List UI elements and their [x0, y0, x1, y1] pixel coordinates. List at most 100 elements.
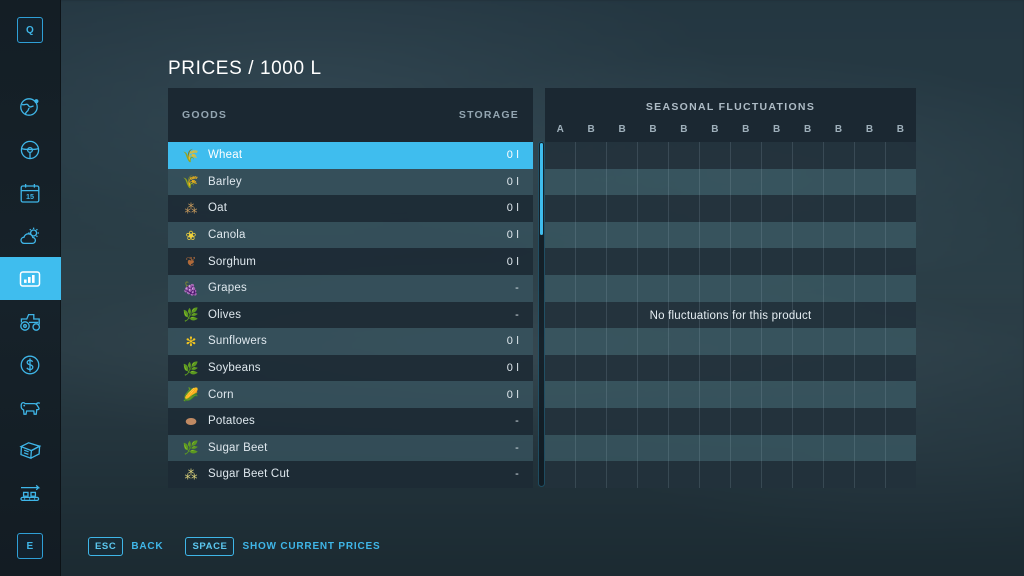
key-q-button[interactable]: Q — [17, 17, 43, 43]
sidebar-item-vehicles[interactable] — [0, 128, 61, 171]
sidebar-item-prices[interactable] — [0, 257, 61, 300]
footer-hint-label: SHOW CURRENT PRICES — [242, 541, 380, 552]
goods-row[interactable]: ✻ Sunflowers0 l — [168, 328, 533, 355]
tractor-icon — [18, 309, 43, 334]
goods-row-storage: 0 l — [507, 176, 519, 188]
goods-row-name: Potatoes — [208, 415, 515, 427]
sidebar-item-animals[interactable] — [0, 386, 61, 429]
chart-row-band — [545, 275, 916, 302]
sidebar-item-calendar[interactable]: 15 — [0, 171, 61, 214]
chart-scrollbar-thumb[interactable] — [540, 143, 543, 235]
goods-row-storage: - — [515, 282, 519, 294]
chart-header: SEASONAL FLUCTUATIONS ABBBBBBBBBBB — [545, 88, 916, 142]
goods-row[interactable]: 🌾 Barley0 l — [168, 169, 533, 196]
goods-row-name: Barley — [208, 176, 507, 188]
canola-icon: ❀ — [182, 226, 200, 244]
chart-row-band — [545, 195, 916, 222]
sidebar-item-weather[interactable] — [0, 214, 61, 257]
contracts-icon — [18, 438, 43, 463]
goods-row-name: Sunflowers — [208, 335, 507, 347]
sidebar-item-map[interactable] — [0, 85, 61, 128]
footer-hint-label: BACK — [131, 541, 163, 552]
chart-row-band — [545, 408, 916, 435]
goods-row-name: Corn — [208, 389, 507, 401]
barley-icon: 🌾 — [182, 173, 200, 191]
goods-row[interactable]: 🌽 Corn0 l — [168, 381, 533, 408]
chart-column-header: B — [576, 124, 607, 135]
chart-row-band — [545, 142, 916, 169]
sidebar-item-production[interactable] — [0, 472, 61, 515]
chart-column-header: B — [761, 124, 792, 135]
key-e-button[interactable]: E — [17, 533, 43, 559]
chart-column-header: B — [792, 124, 823, 135]
footer-hints: ESC BACK SPACESHOW CURRENT PRICES — [88, 537, 402, 556]
goods-row[interactable]: ⁂Sugar Beet Cut- — [168, 461, 533, 488]
goods-row[interactable]: ❀ Canola0 l — [168, 222, 533, 249]
goods-row[interactable]: ⁂ Oat0 l — [168, 195, 533, 222]
goods-row-name: Sugar Beet Cut — [208, 468, 515, 480]
chart-row-band — [545, 169, 916, 196]
chart-row-band — [545, 355, 916, 382]
goods-row-storage: 0 l — [507, 149, 519, 161]
chart-scrollbar[interactable] — [538, 141, 545, 487]
wheat-icon: 🌾 — [182, 146, 200, 164]
chart-row-band — [545, 381, 916, 408]
goods-row-storage: 0 l — [507, 202, 519, 214]
footer-hint[interactable]: SPACESHOW CURRENT PRICES — [185, 537, 380, 556]
steering-wheel-icon — [18, 138, 42, 162]
sunflower-icon: ✻ — [182, 332, 200, 350]
goods-row[interactable]: 🌿 Sugar Beet- — [168, 435, 533, 462]
goods-row-name: Wheat — [208, 149, 507, 161]
goods-row[interactable]: 🌿Olives- — [168, 302, 533, 329]
animals-cow-icon — [18, 395, 43, 420]
goods-table-body: 🌾Wheat0 l🌾Barley0 l⁂Oat0 l❀Canola0 l❦Sor… — [168, 142, 533, 488]
chart-empty-message: No fluctuations for this product — [545, 310, 916, 322]
sidebar-item-contracts[interactable] — [0, 429, 61, 472]
seasonal-fluctuations-panel: SEASONAL FLUCTUATIONS ABBBBBBBBBBB No fl… — [545, 88, 916, 488]
goods-row-name: Canola — [208, 229, 507, 241]
corn-icon: 🌽 — [182, 386, 200, 404]
potato-icon: ⬬ — [182, 412, 200, 430]
goods-row[interactable]: ❦Sorghum0 l — [168, 248, 533, 275]
chart-column-header: A — [545, 124, 576, 135]
oat-icon: ⁂ — [182, 199, 200, 217]
goods-row-storage: 0 l — [507, 229, 519, 241]
footer-hint-key: ESC — [88, 537, 123, 556]
column-header-storage: STORAGE — [459, 109, 519, 121]
goods-row-name: Oat — [208, 202, 507, 214]
chart-column-headers: ABBBBBBBBBBB — [545, 124, 916, 135]
goods-panel: GOODS STORAGE 🌾Wheat0 l🌾Barley0 l⁂Oat0 l… — [168, 88, 533, 488]
chart-row-band — [545, 328, 916, 355]
sugar-beet-icon: 🌿 — [182, 439, 200, 457]
olives-icon: 🌿 — [182, 306, 200, 324]
footer-hint[interactable]: ESC BACK — [88, 537, 163, 556]
goods-row[interactable]: 🍇 Grapes- — [168, 275, 533, 302]
goods-table-header: GOODS STORAGE — [168, 88, 533, 142]
goods-row[interactable]: 🌿Soybeans0 l — [168, 355, 533, 382]
goods-row-storage: - — [515, 468, 519, 480]
chart-column-header: B — [885, 124, 916, 135]
chart-column-header: B — [607, 124, 638, 135]
chart-column-header: B — [731, 124, 762, 135]
chart-body: No fluctuations for this product — [545, 142, 916, 488]
goods-row[interactable]: 🌾 Wheat0 l — [168, 142, 533, 169]
chart-column-header: B — [669, 124, 700, 135]
goods-row-storage: 0 l — [507, 335, 519, 347]
goods-row-storage: 0 l — [507, 389, 519, 401]
goods-row[interactable]: ⬬Potatoes- — [168, 408, 533, 435]
grapes-icon: 🍇 — [182, 279, 200, 297]
sorghum-icon: ❦ — [182, 253, 200, 271]
goods-row-storage: 0 l — [507, 362, 519, 374]
goods-row-name: Grapes — [208, 282, 515, 294]
sidebar-item-finances[interactable] — [0, 343, 61, 386]
chart-column-header: B — [854, 124, 885, 135]
chart-row-band — [545, 248, 916, 275]
chart-row-band — [545, 222, 916, 249]
soybean-icon: 🌿 — [182, 359, 200, 377]
finances-dollar-icon — [18, 353, 42, 377]
sidebar-item-machines[interactable] — [0, 300, 61, 343]
weather-icon — [18, 224, 42, 248]
goods-row-storage: - — [515, 442, 519, 454]
chart-column-header: B — [823, 124, 854, 135]
goods-row-name: Sugar Beet — [208, 442, 515, 454]
